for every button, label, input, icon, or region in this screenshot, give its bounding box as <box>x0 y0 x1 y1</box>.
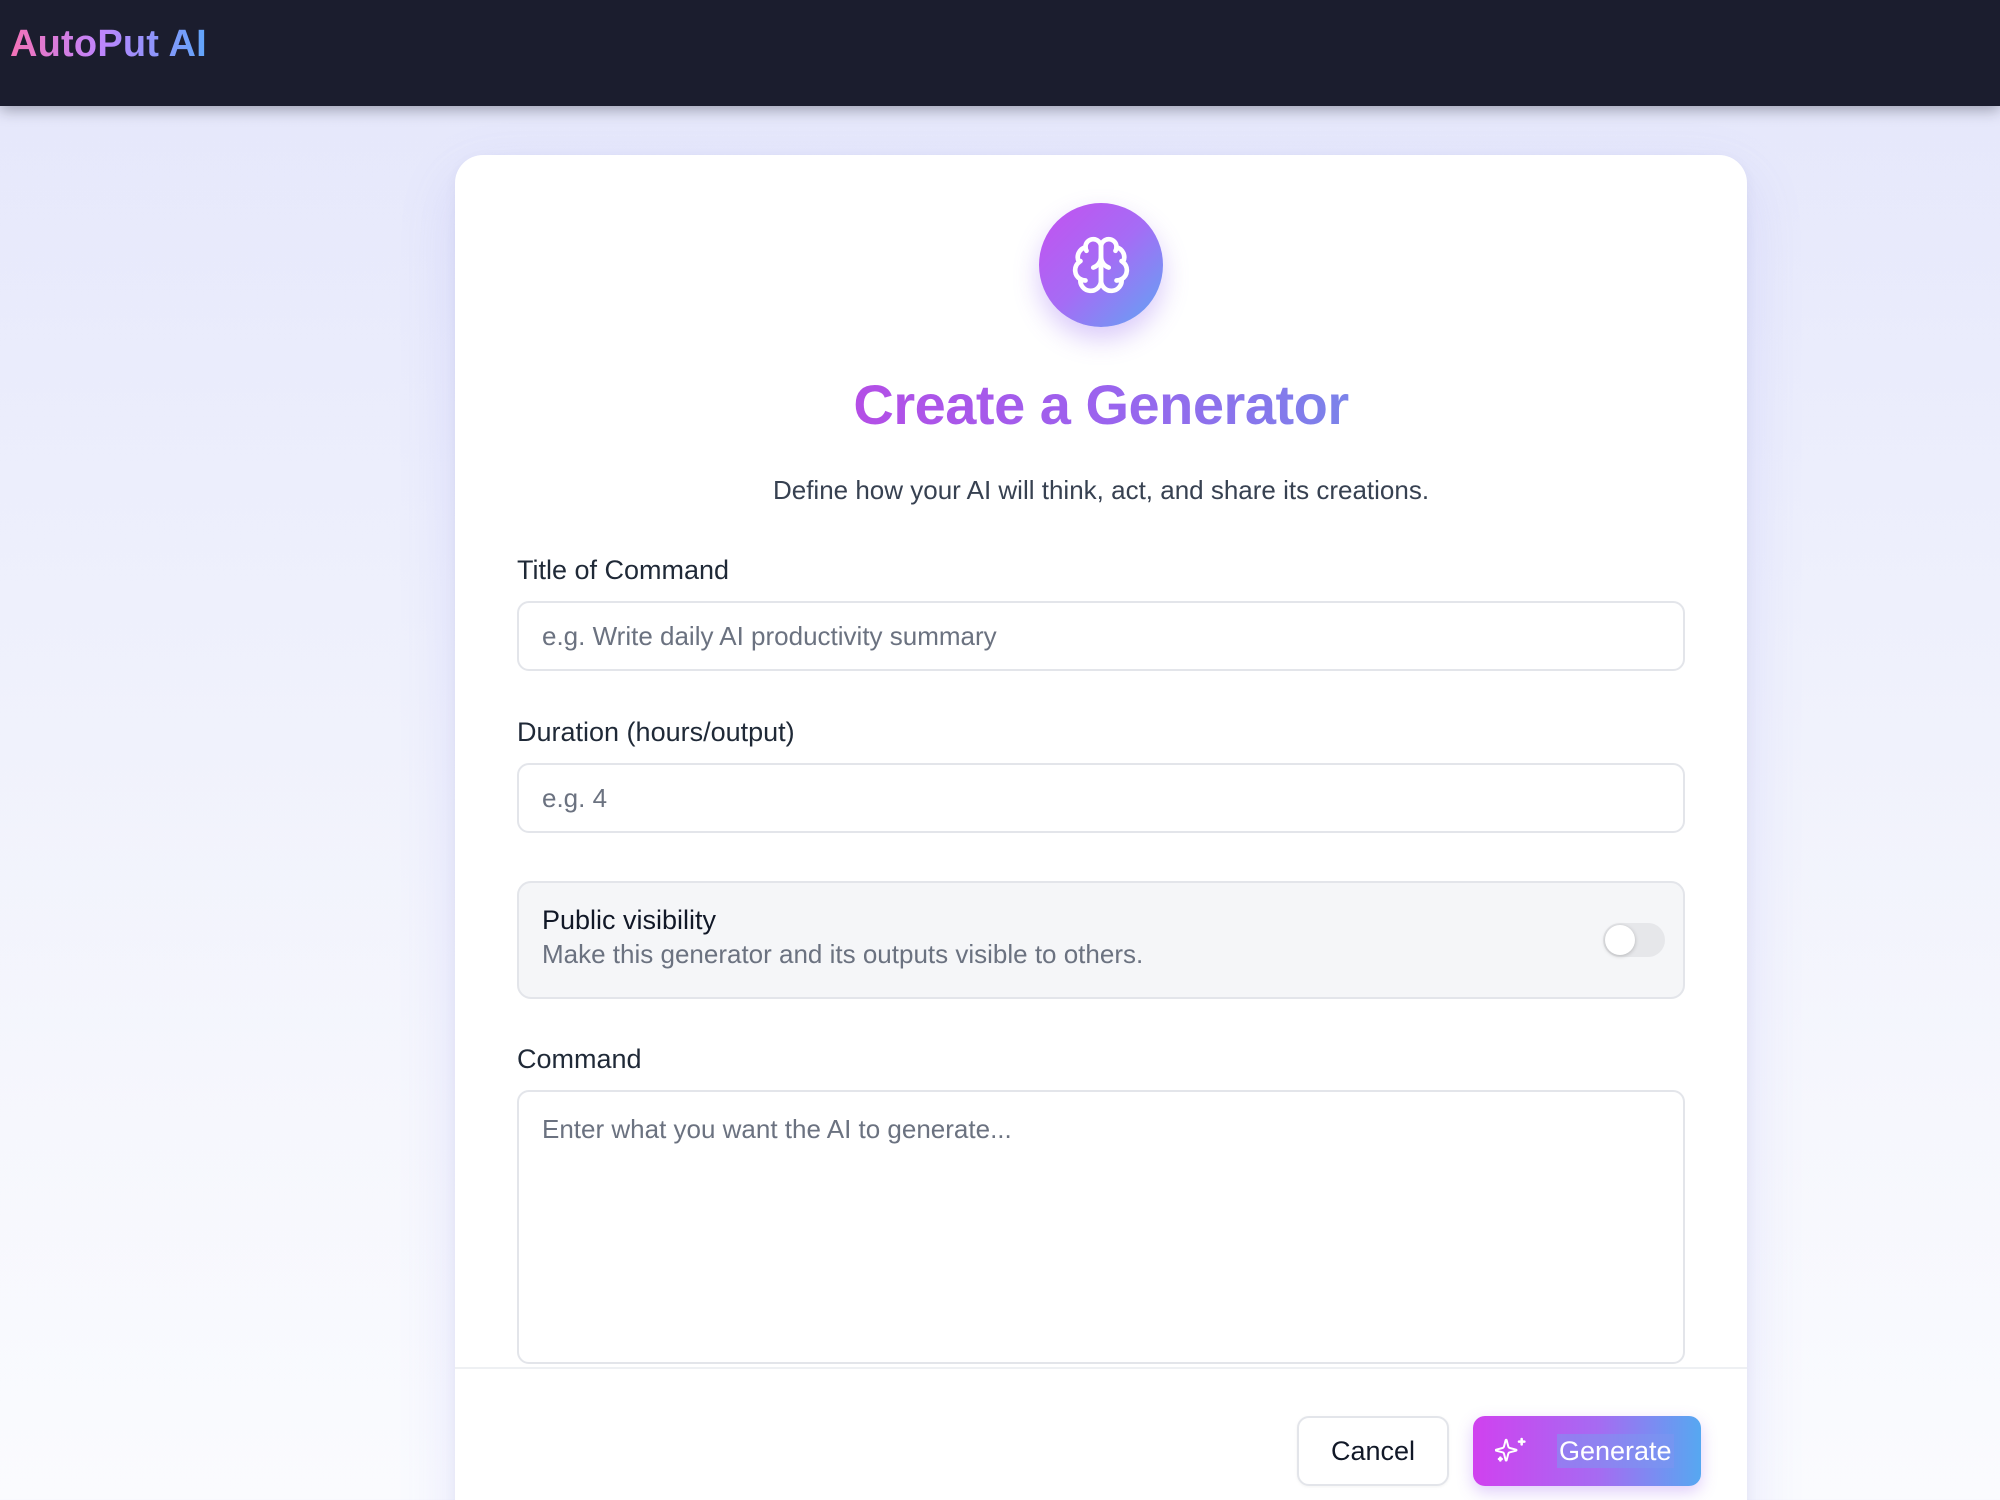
visibility-toggle[interactable] <box>1603 923 1665 957</box>
top-navbar: AutoPut AI <box>0 0 2000 106</box>
duration-input[interactable] <box>517 763 1685 833</box>
title-input[interactable] <box>517 601 1685 671</box>
footer-divider <box>455 1367 1747 1369</box>
toggle-knob <box>1605 925 1635 955</box>
brain-icon <box>1039 203 1163 327</box>
visibility-description: Make this generator and its outputs visi… <box>542 939 1144 969</box>
duration-field-label: Duration (hours/output) <box>517 717 795 747</box>
generate-button-label: Generate <box>1557 1434 1674 1468</box>
visibility-title: Public visibility <box>542 905 717 935</box>
create-generator-card: Create a Generator Define how your AI wi… <box>455 155 1747 1500</box>
page-title: Create a Generator <box>853 373 1349 436</box>
visibility-setting: Public visibility Make this generator an… <box>517 881 1685 999</box>
brand-logo[interactable]: AutoPut AI <box>10 22 207 66</box>
page-subtitle: Define how your AI will think, act, and … <box>772 475 1430 505</box>
generate-button[interactable]: Generate <box>1473 1416 1701 1486</box>
cancel-button[interactable]: Cancel <box>1297 1416 1449 1486</box>
command-field-label: Command <box>517 1044 642 1074</box>
sparkles-icon <box>1495 1437 1526 1462</box>
command-textarea[interactable] <box>517 1090 1685 1364</box>
title-field-label: Title of Command <box>517 555 730 585</box>
